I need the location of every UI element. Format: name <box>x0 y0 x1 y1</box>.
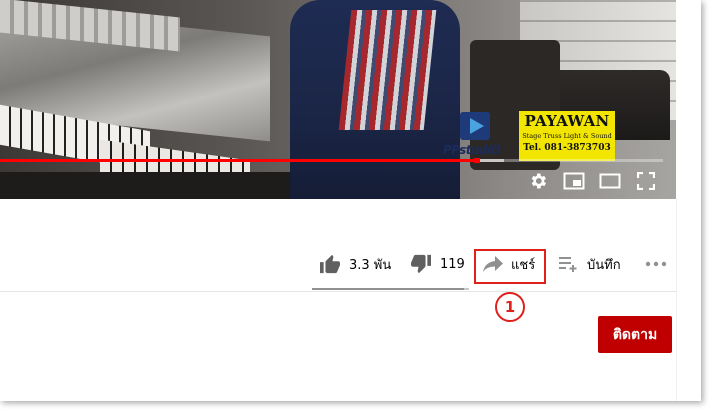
page-edge <box>676 199 677 401</box>
video-shadow <box>0 172 320 199</box>
video-performer-cloth <box>338 10 437 130</box>
brand-tagline: Stage Truss Light & Sound <box>522 132 612 140</box>
fullscreen-icon[interactable] <box>635 170 657 192</box>
dislike-count: 119 <box>440 256 465 272</box>
sentiment-like-fill <box>312 288 465 290</box>
like-count: 3.3 พัน <box>349 257 392 273</box>
progress-buffered <box>477 159 504 162</box>
studio-logo-text: PPstudiO <box>443 143 501 157</box>
share-highlight-box <box>474 249 546 284</box>
progress-played <box>0 159 478 162</box>
brand-phone: Tel. 081-3873703 <box>523 142 611 153</box>
section-divider <box>0 291 676 292</box>
dislike-button[interactable]: 119 <box>410 248 465 280</box>
step-callout: 1 <box>495 292 525 322</box>
brand-name: PAYAWAN <box>524 112 610 130</box>
brand-watermark: PAYAWAN Stage Truss Light & Sound Tel. 0… <box>519 111 615 161</box>
video-player[interactable]: PPstudiO PAYAWAN Stage Truss Light & Sou… <box>0 0 676 199</box>
thumbs-up-icon <box>320 254 340 274</box>
save-button[interactable]: บันทึก <box>559 248 621 280</box>
more-actions-button[interactable] <box>645 248 667 280</box>
theater-mode-icon[interactable] <box>599 170 621 192</box>
studio-logo-icon <box>460 112 490 140</box>
playlist-add-icon <box>559 257 577 272</box>
miniplayer-icon[interactable] <box>563 170 585 192</box>
save-label: บันทึก <box>587 257 621 273</box>
more-horizontal-icon <box>645 261 667 267</box>
video-actions: 3.3 พัน 119 แชร์ บันทึก <box>0 240 701 292</box>
subscribe-button[interactable]: ติดตาม <box>598 316 672 353</box>
app-window: PPstudiO PAYAWAN Stage Truss Light & Sou… <box>0 0 701 401</box>
thumbs-down-icon <box>411 254 431 274</box>
gear-icon[interactable] <box>527 170 549 192</box>
progress-bar[interactable] <box>0 158 663 163</box>
like-button[interactable]: 3.3 พัน <box>319 248 391 280</box>
progress-scrubber[interactable] <box>474 158 481 163</box>
sentiment-bar <box>312 288 469 290</box>
